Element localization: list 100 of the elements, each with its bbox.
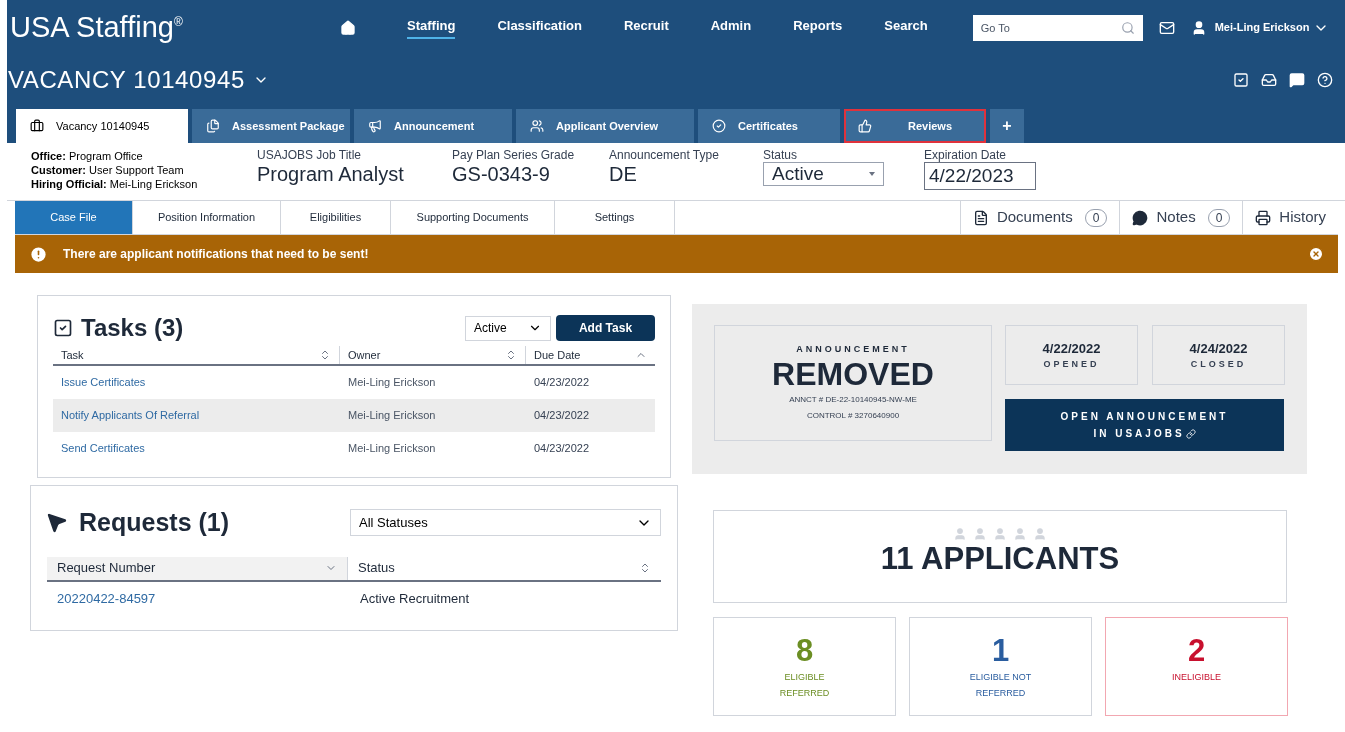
tab-icon [858, 119, 872, 133]
date-field[interactable]: 4/22/2023 [924, 162, 1036, 190]
tab[interactable]: Announcement [354, 109, 512, 143]
alert-text: There are applicant notifications that need to be sent! [63, 246, 369, 263]
tab[interactable]: Vacancy 10140945 [16, 109, 188, 143]
tab-icon [206, 119, 220, 133]
status-select[interactable]: Active [763, 162, 884, 186]
side-button[interactable]: History [1242, 201, 1338, 234]
task-icon[interactable] [1233, 72, 1249, 88]
add-tab-button[interactable]: + [990, 109, 1024, 143]
sort-icon[interactable] [639, 562, 651, 574]
task-link[interactable]: Send Certificates [53, 440, 340, 457]
stat-label: INELIGIBLE [1172, 671, 1221, 684]
request-link[interactable]: 20220422-84597 [47, 588, 348, 609]
table-cell-text: 04/23/2022 [533, 441, 591, 457]
task-icon [53, 318, 73, 338]
tab[interactable]: Reviews [844, 109, 986, 143]
step-tab[interactable]: Supporting Documents [391, 201, 555, 234]
date-value: 4/24/2022 [1189, 339, 1248, 358]
open-announcement-button[interactable]: OPEN ANNOUNCEMENT IN USAJOBS [1005, 399, 1284, 451]
logo[interactable]: USA Staffing [10, 13, 174, 42]
home-icon[interactable] [340, 19, 356, 36]
task-link[interactable]: Issue Certificates [53, 374, 340, 391]
nav-link[interactable]: Admin [710, 15, 752, 40]
contact-line: Office: Program Office [31, 149, 144, 163]
field-value: DE [609, 162, 638, 186]
column-header[interactable]: Due Date [526, 346, 655, 364]
status-filter[interactable]: Active [465, 315, 551, 341]
caret-icon [869, 172, 875, 176]
speech-bubble-icon [1132, 209, 1149, 226]
side-button[interactable]: Documents 0 [959, 201, 1120, 234]
step-tab[interactable]: Case File [15, 201, 133, 234]
chat-icon[interactable] [1289, 72, 1305, 88]
people-icon [953, 527, 1047, 541]
column-header[interactable]: Owner [340, 346, 526, 364]
task-row[interactable]: Send Certificates Mei-Ling Erickson 04/23/2022 [53, 432, 655, 465]
column-header[interactable]: Request Number [47, 556, 348, 580]
nav-link[interactable]: Recruit [623, 15, 669, 40]
task-link[interactable]: Notify Applicants Of Referral [53, 407, 340, 424]
mail-icon[interactable] [1158, 19, 1175, 36]
sort-icon[interactable] [505, 349, 517, 361]
add-task-button[interactable]: Add Task [556, 315, 655, 341]
table-cell-text: 04/23/2022 [533, 375, 591, 391]
tab[interactable]: Applicant Overview [516, 109, 694, 143]
column-header[interactable]: Task [53, 346, 340, 364]
contact-line: Hiring Official: Mei-Ling Erickson [31, 177, 199, 191]
card-title: Requests (1) [79, 507, 230, 538]
step-tab[interactable]: Eligibilities [281, 201, 391, 234]
tab-icon [530, 119, 544, 133]
step-tab[interactable]: Position Information [133, 201, 281, 234]
field-label: Expiration Date [924, 149, 1008, 162]
field-value: Program Analyst [257, 162, 405, 186]
task-row[interactable]: Issue Certificates Mei-Ling Erickson 04/23/2022 [53, 366, 655, 399]
nav-link[interactable]: Classification [497, 15, 582, 40]
nav-link[interactable]: Search [884, 15, 928, 40]
status-filter[interactable]: All Statuses [350, 509, 661, 537]
close-icon[interactable] [1308, 246, 1324, 262]
link-icon [1185, 428, 1196, 439]
table-cell-text: Active Recruitment [359, 589, 471, 608]
task-row[interactable]: Notify Applicants Of Referral Mei-Ling Erickson 04/23/2022 [53, 399, 655, 432]
column-header[interactable]: Status [348, 556, 661, 580]
printer-icon [1255, 209, 1272, 226]
alert-icon [29, 244, 48, 264]
field-label: Announcement Type [609, 149, 720, 162]
applicant-count: 11 APPLICANTS [880, 541, 1120, 577]
step-tab[interactable]: Settings [555, 201, 675, 234]
help-icon[interactable] [1317, 72, 1333, 88]
document-icon [972, 209, 989, 226]
field-value: GS-0343-9 [452, 162, 551, 186]
date-label: CLOSED [1190, 358, 1247, 371]
nav-link[interactable]: Staffing [407, 15, 456, 40]
stat-value: 8 [795, 633, 814, 669]
tab[interactable]: Certificates [698, 109, 840, 143]
card-title: Tasks (3) [81, 313, 184, 343]
user-name[interactable]: Mei-Ling Erickson [1214, 19, 1310, 36]
sort-icon[interactable] [319, 349, 331, 361]
table-cell-text: Mei-Ling Erickson [347, 441, 437, 457]
stat-label: ELIGIBLE NOT [969, 671, 1032, 684]
search-field[interactable]: Go To [972, 14, 1143, 41]
side-button[interactable]: Notes 0 [1119, 201, 1243, 234]
tab-icon [368, 119, 382, 133]
nav-link[interactable]: Reports [793, 15, 843, 40]
contact-line: Customer: User Support Team [31, 163, 185, 177]
stat-label: REFERRED [779, 687, 830, 700]
tab[interactable]: Assessment Package [192, 109, 350, 143]
status-label: ANNOUNCEMENT [796, 343, 910, 356]
field-label: Status [763, 149, 799, 162]
status-value: REMOVED [772, 356, 934, 391]
stat-label: REFERRED [975, 687, 1026, 700]
tab-icon [30, 119, 44, 133]
registered-mark: ® [173, 14, 183, 29]
table-cell-text: Mei-Ling Erickson [347, 375, 437, 391]
date-label: OPENED [1043, 358, 1100, 371]
table-cell-text: 04/23/2022 [533, 408, 591, 424]
inbox-icon[interactable] [1261, 72, 1277, 88]
vacancy-title: VACANCY 10140945 [8, 65, 245, 95]
date-value: 4/22/2022 [1042, 339, 1101, 358]
field-label: USAJOBS Job Title [257, 149, 363, 162]
control-number: CONTROL # 3270640900 [806, 409, 900, 422]
field-label: Pay Plan Series Grade [452, 149, 576, 162]
